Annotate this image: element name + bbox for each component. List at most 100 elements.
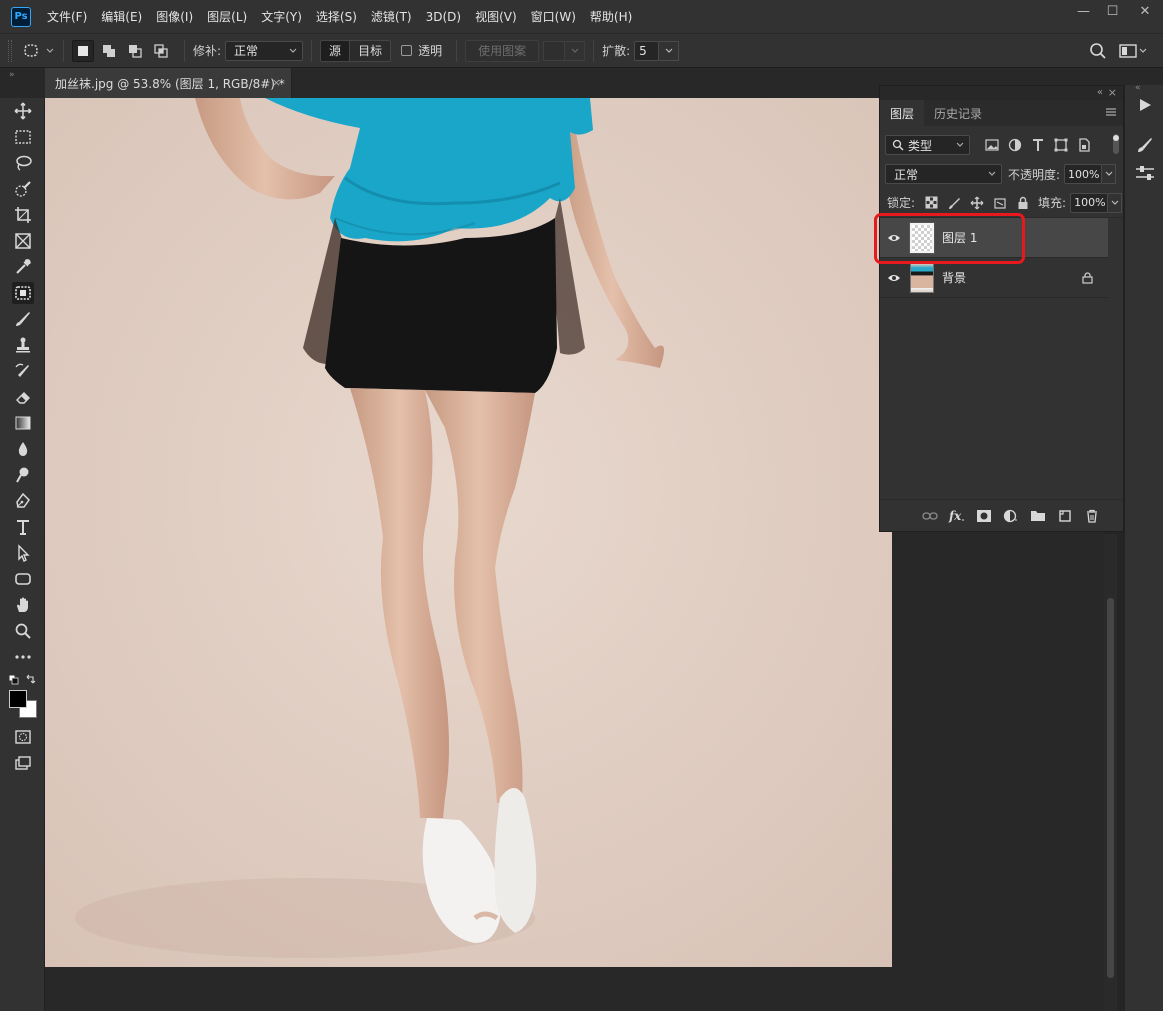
- close-window-button[interactable]: ✕: [1127, 0, 1163, 22]
- document-tab[interactable]: 加丝袜.jpg @ 53.8% (图层 1, RGB/8#) * ×: [45, 68, 292, 98]
- tool-preset-picker[interactable]: [22, 42, 55, 60]
- filter-shape-button[interactable]: [1051, 135, 1071, 155]
- options-grip[interactable]: [8, 39, 12, 62]
- close-tab-icon[interactable]: ×: [272, 76, 281, 89]
- diffusion-input[interactable]: 5: [634, 40, 660, 61]
- brush-settings-button[interactable]: [1132, 132, 1158, 158]
- frame-tool[interactable]: [12, 230, 34, 252]
- new-adjustment-button[interactable]: [997, 506, 1024, 526]
- zoom-tool[interactable]: [12, 620, 34, 642]
- eraser-tool[interactable]: [12, 386, 34, 408]
- transparent-checkbox[interactable]: [401, 45, 413, 56]
- opacity-input[interactable]: 100%: [1064, 164, 1103, 184]
- menu-help[interactable]: 帮助(H): [590, 8, 632, 25]
- visibility-toggle[interactable]: [880, 273, 908, 283]
- menu-select[interactable]: 选择(S): [316, 8, 357, 25]
- lock-position-button[interactable]: [967, 193, 987, 213]
- menu-view[interactable]: 视图(V): [475, 8, 517, 25]
- history-brush-tool[interactable]: [12, 360, 34, 382]
- menu-image[interactable]: 图像(I): [156, 8, 193, 25]
- repair-mode-dropdown[interactable]: 正常: [225, 40, 304, 61]
- vertical-scrollbar[interactable]: [1104, 534, 1117, 1011]
- brush-tool[interactable]: [12, 308, 34, 330]
- panel-menu-icon[interactable]: [1105, 106, 1117, 118]
- filter-toggle[interactable]: [1112, 133, 1120, 155]
- collapse-panel-icon[interactable]: «: [1097, 87, 1103, 98]
- subtract-selection-button[interactable]: [124, 40, 146, 62]
- delete-layer-button[interactable]: [1078, 506, 1105, 526]
- add-mask-button[interactable]: [970, 506, 997, 526]
- document-canvas[interactable]: [45, 98, 892, 967]
- filter-type-layer-button[interactable]: [1028, 135, 1048, 155]
- options-bar: 修补: 正常 源 目标 透明 使用图案 扩散: 5: [0, 33, 1163, 68]
- hand-tool[interactable]: [12, 594, 34, 616]
- pen-icon: [16, 492, 30, 508]
- filter-smart-object-button[interactable]: [1074, 135, 1094, 155]
- menu-type[interactable]: 文字(Y): [261, 8, 302, 25]
- pen-tool[interactable]: [12, 490, 34, 512]
- new-group-button[interactable]: [1024, 506, 1051, 526]
- new-selection-button[interactable]: [72, 39, 94, 62]
- blend-mode-dropdown[interactable]: 正常: [885, 164, 1002, 184]
- menu-layer[interactable]: 图层(L): [207, 8, 247, 25]
- crop-tool[interactable]: [12, 204, 34, 226]
- lock-all-button[interactable]: [1013, 193, 1033, 213]
- lock-pixels-button[interactable]: [944, 193, 964, 213]
- menu-filter[interactable]: 滤镜(T): [371, 8, 412, 25]
- marquee-tool[interactable]: [12, 126, 34, 148]
- menu-3d[interactable]: 3D(D): [426, 10, 461, 24]
- workspace-button[interactable]: [1119, 43, 1147, 59]
- more-tools[interactable]: [12, 646, 34, 668]
- default-colors-icon[interactable]: [8, 673, 38, 687]
- menu-window[interactable]: 窗口(W): [531, 8, 576, 25]
- tab-layers[interactable]: 图层: [880, 100, 925, 126]
- source-button[interactable]: 源: [321, 40, 350, 61]
- scrollbar-thumb[interactable]: [1107, 598, 1114, 978]
- quick-mask-button[interactable]: [12, 726, 34, 748]
- link-layers-button[interactable]: [916, 506, 943, 526]
- layer-name[interactable]: 背景: [942, 269, 966, 286]
- menu-edit[interactable]: 编辑(E): [101, 8, 142, 25]
- fill-input[interactable]: 100%: [1070, 192, 1109, 213]
- layer-style-button[interactable]: fx: [943, 506, 970, 526]
- intersect-selection-button[interactable]: [150, 40, 172, 62]
- adjustments-button[interactable]: [1132, 160, 1158, 186]
- stamp-tool[interactable]: [12, 334, 34, 356]
- target-button[interactable]: 目标: [349, 40, 391, 61]
- patch-tool[interactable]: [12, 282, 34, 304]
- type-tool[interactable]: [12, 516, 34, 538]
- close-panel-icon[interactable]: ×: [1108, 86, 1117, 99]
- play-actions-button[interactable]: [1132, 92, 1158, 118]
- move-tool[interactable]: [12, 100, 34, 122]
- maximize-button[interactable]: ☐: [1098, 0, 1127, 22]
- eyedropper-tool[interactable]: [12, 256, 34, 278]
- add-selection-button[interactable]: [98, 40, 120, 62]
- diffusion-control: 5: [634, 40, 680, 61]
- transparent-option[interactable]: 透明: [401, 42, 442, 59]
- blur-tool[interactable]: [12, 438, 34, 460]
- lock-transparent-button[interactable]: [921, 193, 941, 213]
- move-icon: [14, 102, 32, 120]
- new-layer-button[interactable]: [1051, 506, 1078, 526]
- filter-adjustment-button[interactable]: [1005, 135, 1025, 155]
- filter-type-dropdown[interactable]: 类型: [885, 135, 970, 155]
- path-selection-tool[interactable]: [12, 542, 34, 564]
- fill-dropdown-arrow[interactable]: [1108, 192, 1123, 213]
- gradient-tool[interactable]: [12, 412, 34, 434]
- expand-toolbar-icon[interactable]: »: [9, 70, 15, 80]
- lasso-tool[interactable]: [12, 152, 34, 174]
- foreground-color-swatch[interactable]: [9, 690, 27, 708]
- tab-history[interactable]: 历史记录: [924, 100, 992, 126]
- search-button[interactable]: [1089, 42, 1107, 60]
- dodge-tool[interactable]: [12, 464, 34, 486]
- minimize-button[interactable]: —: [1069, 0, 1098, 22]
- opacity-dropdown-arrow[interactable]: [1102, 164, 1117, 184]
- layer-row-background[interactable]: 背景: [880, 258, 1108, 298]
- menu-file[interactable]: 文件(F): [47, 8, 87, 25]
- diffusion-dropdown-arrow[interactable]: [659, 40, 680, 61]
- lock-artboard-button[interactable]: [990, 193, 1010, 213]
- shape-tool[interactable]: [12, 568, 34, 590]
- filter-pixel-button[interactable]: [982, 135, 1002, 155]
- quick-selection-tool[interactable]: [12, 178, 34, 200]
- screen-mode-button[interactable]: [12, 752, 34, 774]
